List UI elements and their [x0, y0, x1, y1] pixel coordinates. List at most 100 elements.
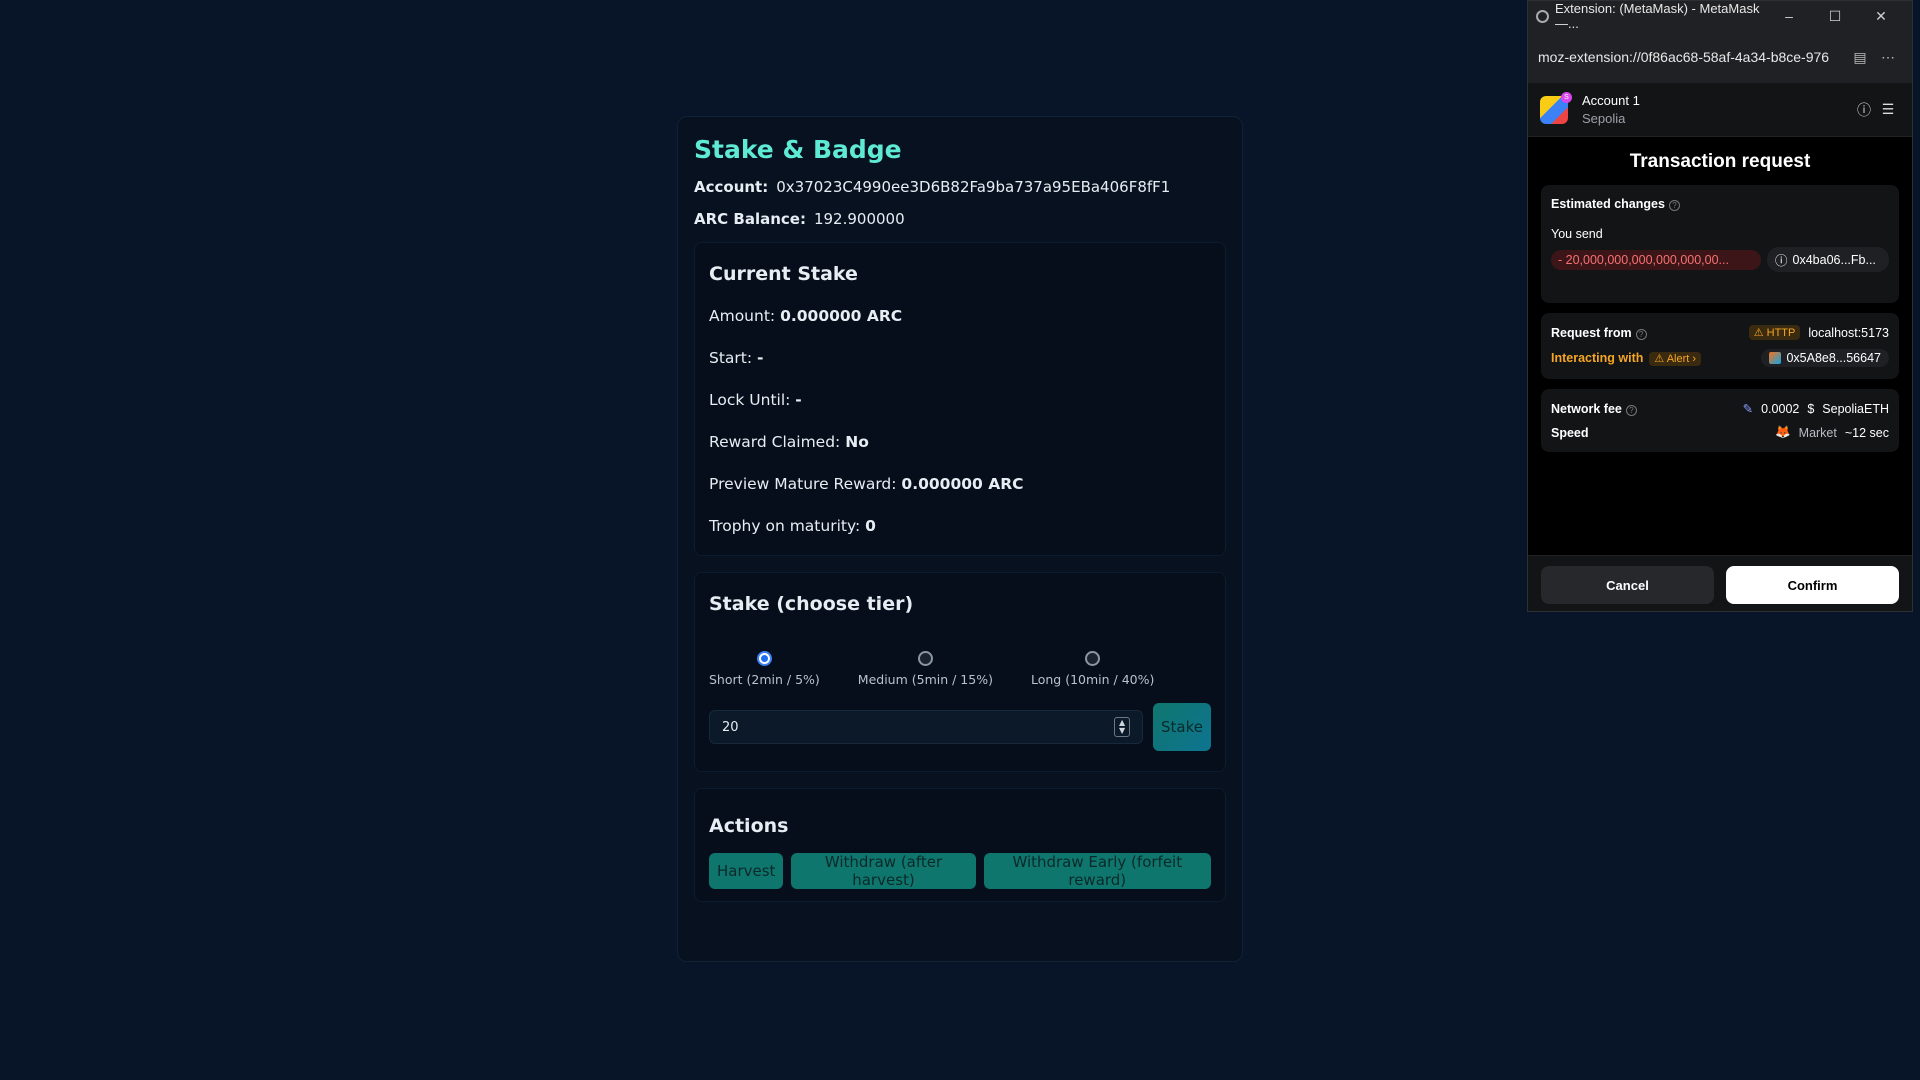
- metamask-popup-window: Extension: (MetaMask) - MetaMask —... – …: [1527, 0, 1913, 612]
- stake-form-heading: Stake (choose tier): [709, 593, 914, 615]
- stake-amount-input[interactable]: 20 ▲ ▼: [709, 710, 1144, 744]
- trophy-value: 0: [865, 517, 876, 535]
- cancel-button[interactable]: Cancel: [1541, 566, 1714, 604]
- popup-url[interactable]: moz-extension://0f86ac68-58af-4a34-b8ce-…: [1538, 49, 1846, 65]
- warning-icon: ⚠: [1753, 327, 1764, 339]
- stake-start-value: -: [757, 349, 764, 367]
- info-icon[interactable]: ⓘ: [1852, 100, 1876, 120]
- send-row: - 20,000,000,000,000,000,00... ⓘ 0x4ba06.…: [1551, 247, 1889, 272]
- estimated-changes-card: Estimated changes? You send - 20,000,000…: [1541, 185, 1899, 303]
- popup-titlebar: Extension: (MetaMask) - MetaMask —... – …: [1528, 1, 1912, 31]
- preview-reward-value: 0.000000 ARC: [901, 475, 1024, 493]
- maximize-icon[interactable]: ☐: [1812, 8, 1858, 25]
- account-label: Account:: [694, 178, 769, 196]
- number-spinner-icon[interactable]: ▲ ▼: [1114, 717, 1131, 737]
- tier-medium-radio[interactable]: [917, 651, 933, 666]
- reward-claimed-value: No: [845, 433, 869, 451]
- confirm-button[interactable]: Confirm: [1726, 566, 1899, 604]
- account-address: 0x37023C4990ee3D6B82Fa9ba737a95EBa406F8f…: [776, 178, 1171, 196]
- contract-address: 0x5A8e8...56647: [1786, 351, 1881, 365]
- estimated-info-icon[interactable]: ?: [1668, 200, 1680, 211]
- more-options-icon[interactable]: ⋯: [1874, 49, 1902, 66]
- tier-medium-label: Medium (5min / 15%): [857, 672, 993, 687]
- contract-avatar-icon: [1769, 352, 1782, 364]
- app-title: Stake & Badge: [694, 135, 902, 164]
- tier-short-label: Short (2min / 5%): [709, 672, 820, 687]
- edit-fee-icon[interactable]: ✎: [1743, 401, 1753, 416]
- network-fee-label: Network fee: [1551, 401, 1622, 416]
- action-buttons: Harvest Withdraw (after harvest) Withdra…: [709, 853, 1211, 889]
- http-tag-label: HTTP: [1766, 327, 1796, 339]
- actions-heading: Actions: [709, 815, 789, 837]
- reader-view-icon[interactable]: ▤: [1846, 49, 1874, 66]
- account-line: Account: 0x37023C4990ee3D6B82Fa9ba737a95E…: [694, 178, 1226, 196]
- fee-card: Network fee? ✎ 0.0002 $ SepoliaETH Speed 🦊 M…: [1541, 389, 1899, 452]
- preview-reward-row: Preview Mature Reward: 0.000000 ARC: [709, 475, 1211, 493]
- stake-form-panel: Stake (choose tier) Short (2min / 5%) Me…: [694, 572, 1226, 772]
- interacting-label: Interacting with: [1551, 351, 1644, 365]
- tier-short-option[interactable]: Short (2min / 5%): [709, 651, 820, 687]
- request-from-row: Request from? ⚠ HTTP localhost:5173: [1551, 325, 1889, 340]
- unknown-token-icon: ⓘ: [1775, 254, 1788, 268]
- fox-market-icon: 🦊: [1775, 425, 1791, 439]
- withdraw-early-button[interactable]: Withdraw Early (forfeit reward): [983, 853, 1211, 889]
- account-header: S Account 1 Sepolia ⓘ ☰: [1528, 83, 1912, 137]
- stake-amount-input-value: 20: [722, 719, 739, 735]
- current-stake-heading: Current Stake: [709, 263, 858, 285]
- transaction-body: Transaction request Estimated changes? Y…: [1528, 137, 1912, 555]
- you-send-label: You send: [1551, 227, 1603, 241]
- estimated-changes-row: Estimated changes?: [1551, 197, 1889, 211]
- tier-long-radio[interactable]: [1085, 651, 1101, 666]
- request-from-label: Request from: [1551, 325, 1632, 340]
- lock-until-row: Lock Until: -: [709, 391, 1211, 409]
- stake-amount-label: Amount:: [709, 307, 776, 325]
- balance-label: ARC Balance:: [694, 210, 806, 228]
- withdraw-button[interactable]: Withdraw (after harvest): [791, 853, 976, 889]
- send-token-address: 0x4ba06...Fb...: [1792, 252, 1876, 267]
- alert-tag-label: Alert: [1666, 353, 1690, 365]
- popup-window-title: Extension: (MetaMask) - MetaMask —...: [1555, 1, 1760, 31]
- request-info-icon[interactable]: ?: [1635, 328, 1647, 340]
- tier-long-label: Long (10min / 40%): [1030, 672, 1155, 687]
- close-icon[interactable]: ✕: [1858, 8, 1904, 25]
- tier-short-radio[interactable]: [756, 651, 772, 666]
- minimize-icon[interactable]: –: [1766, 8, 1812, 24]
- transaction-heading: Transaction request: [1629, 151, 1811, 172]
- chevron-right-icon: ›: [1692, 353, 1697, 365]
- alert-tag[interactable]: ⚠ Alert ›: [1649, 352, 1702, 366]
- balance-line: ARC Balance: 192.900000: [694, 210, 1226, 228]
- contract-address-pill[interactable]: 0x5A8e8...56647: [1761, 349, 1889, 367]
- harvest-button[interactable]: Harvest: [709, 853, 784, 889]
- request-origin: localhost:5173: [1808, 325, 1889, 340]
- network-badge-icon: S: [1561, 91, 1572, 103]
- stake-button[interactable]: Stake: [1153, 703, 1211, 751]
- actions-panel: Actions Harvest Withdraw (after harvest)…: [694, 788, 1226, 902]
- fee-info-icon[interactable]: ?: [1625, 404, 1637, 416]
- account-avatar[interactable]: S: [1540, 91, 1572, 124]
- tier-medium-option[interactable]: Medium (5min / 15%): [858, 651, 993, 687]
- currency-icon: $: [1807, 401, 1815, 416]
- send-token-pill[interactable]: ⓘ 0x4ba06...Fb...: [1767, 247, 1889, 272]
- stake-amount-row: Amount: 0.000000 ARC: [709, 307, 1211, 325]
- current-stake-panel: Current Stake Amount: 0.000000 ARC Start…: [694, 242, 1226, 556]
- speed-label: Speed: [1551, 425, 1589, 440]
- send-amount-pill: - 20,000,000,000,000,000,00...: [1551, 249, 1761, 270]
- popup-url-bar: moz-extension://0f86ac68-58af-4a34-b8ce-…: [1528, 31, 1912, 83]
- estimated-changes-label: Estimated changes: [1551, 197, 1665, 211]
- settings-sliders-icon[interactable]: ☰: [1876, 101, 1900, 118]
- interacting-with-row: Interacting with ⚠ Alert › 0x5A8e8...5664…: [1551, 349, 1889, 367]
- trophy-row: Trophy on maturity: 0: [709, 517, 1211, 535]
- balance-value: 192.900000: [813, 210, 905, 228]
- fee-unit: SepoliaETH: [1822, 401, 1889, 416]
- tier-long-option[interactable]: Long (10min / 40%): [1031, 651, 1154, 687]
- network-name: Sepolia: [1582, 111, 1626, 126]
- fee-value: 0.0002: [1761, 401, 1800, 416]
- transaction-footer: Cancel Confirm: [1528, 555, 1912, 611]
- speed-row: Speed 🦊 Market ~12 sec: [1551, 425, 1889, 440]
- speed-mode: Market: [1798, 425, 1837, 440]
- stake-input-row: 20 ▲ ▼ Stake: [709, 703, 1211, 751]
- trophy-label: Trophy on maturity:: [709, 517, 861, 535]
- tier-options: Short (2min / 5%) Medium (5min / 15%) Lo…: [709, 651, 1211, 687]
- stake-app-card: Stake & Badge Account: 0x37023C4990ee3D6B…: [677, 116, 1243, 962]
- http-warning-tag[interactable]: ⚠ HTTP: [1748, 325, 1801, 340]
